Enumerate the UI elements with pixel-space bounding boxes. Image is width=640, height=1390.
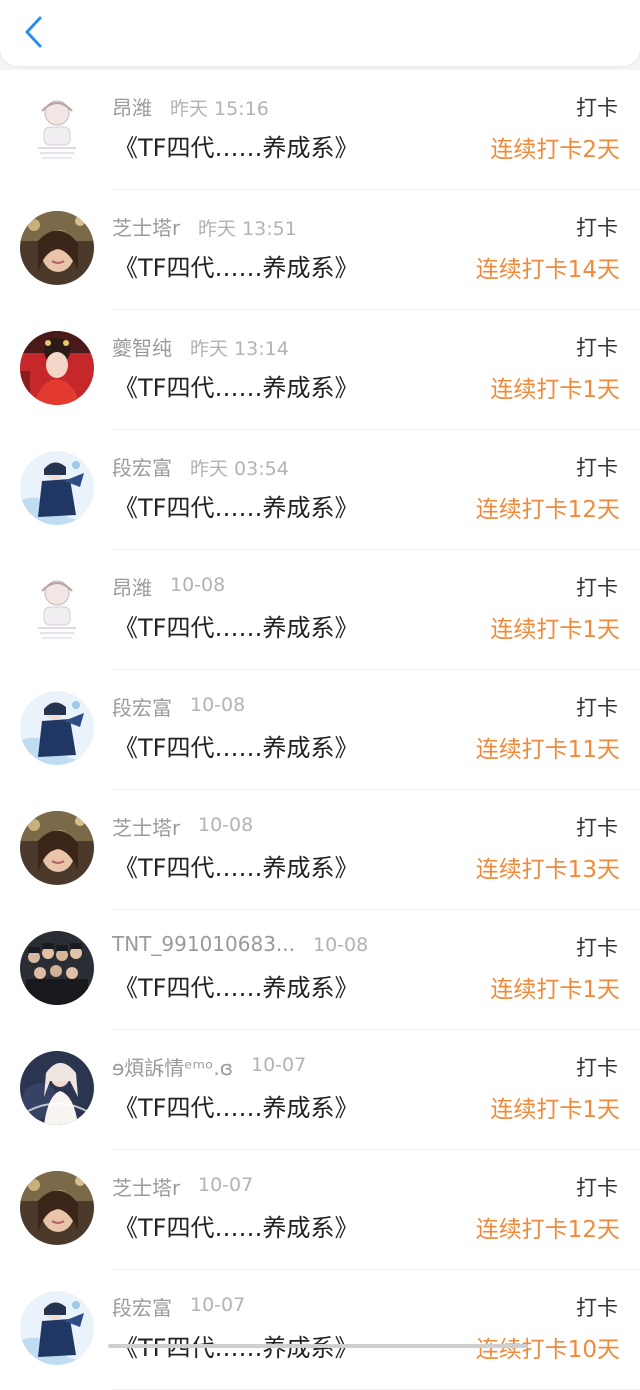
checkin-action-label: 打卡 [576, 1052, 618, 1082]
back-button[interactable] [18, 12, 50, 52]
user-name[interactable]: 昂潍 [112, 92, 152, 121]
avatar[interactable] [20, 811, 94, 885]
avatar[interactable] [20, 91, 94, 165]
checkin-action-label: 打卡 [576, 452, 618, 482]
checkin-title[interactable]: 《TF四代……养成系》 [114, 728, 358, 763]
avatar[interactable] [20, 931, 94, 1005]
list-item[interactable]: ɘ煩訴情ᵉᵐᵒ.ɞ 10-07 《TF四代……养成系》 打卡连续打卡1天 [0, 1030, 640, 1150]
checkin-title[interactable]: 《TF四代……养成系》 [114, 488, 358, 523]
streak-badge: 连续打卡14天 [476, 250, 620, 284]
checkin-action-label: 打卡 [576, 92, 618, 122]
post-time: 10-07 [251, 1054, 306, 1076]
checkin-title[interactable]: 《TF四代……养成系》 [114, 848, 358, 883]
checkin-title[interactable]: 《TF四代……养成系》 [114, 1088, 358, 1123]
checkin-title[interactable]: 《TF四代……养成系》 [114, 368, 358, 403]
checkin-action-label: 打卡 [576, 1292, 618, 1322]
list-item[interactable]: TNT_991010683... 10-08 《TF四代……养成系》 打卡连续打卡1天 [0, 910, 640, 1030]
post-time: 昨天 13:51 [198, 214, 297, 241]
checkin-action-label: 打卡 [576, 812, 618, 842]
post-time: 10-08 [170, 574, 225, 596]
checkin-title[interactable]: 《TF四代……养成系》 [114, 128, 358, 163]
list-item[interactable]: 夔智纯昨天 13:14 《TF四代……养成系》 打卡连续打卡1天 [0, 310, 640, 430]
list-item[interactable]: 段宏富 10-08 《TF四代……养成系》 打卡连续打卡11天 [0, 670, 640, 790]
list-item[interactable]: 芝士塔r 10-07 《TF四代……养成系》 打卡连续打卡12天 [0, 1150, 640, 1270]
checkin-action-label: 打卡 [576, 692, 618, 722]
avatar[interactable] [20, 571, 94, 645]
checkin-action-label: 打卡 [576, 212, 618, 242]
user-name[interactable]: 夔智纯 [112, 332, 172, 361]
streak-badge: 连续打卡1天 [490, 1090, 620, 1124]
top-bar [0, 0, 640, 66]
checkin-title[interactable]: 《TF四代……养成系》 [114, 608, 358, 643]
checkin-list: 昂潍昨天 15:16《TF四代……养成系》打卡连续打卡2天芝士塔r昨天 13:5… [0, 70, 640, 1390]
horizontal-scrollbar[interactable] [108, 1344, 528, 1348]
list-item[interactable]: 段宏富昨天 03:54 《TF四代……养成系》 打卡连续打卡12天 [0, 430, 640, 550]
user-name[interactable]: TNT_991010683... [112, 932, 295, 956]
checkin-action-label: 打卡 [576, 1172, 618, 1202]
avatar[interactable] [20, 1291, 94, 1365]
avatar[interactable] [20, 1171, 94, 1245]
user-name[interactable]: 芝士塔r [112, 1172, 180, 1201]
user-name[interactable]: 芝士塔r [112, 212, 180, 241]
list-item[interactable]: 芝士塔r 10-08 《TF四代……养成系》 打卡连续打卡13天 [0, 790, 640, 910]
checkin-action-label: 打卡 [576, 332, 618, 362]
streak-badge: 连续打卡2天 [490, 130, 620, 164]
streak-badge: 连续打卡12天 [476, 490, 620, 524]
user-name[interactable]: 段宏富 [112, 452, 172, 481]
user-name[interactable]: 芝士塔r [112, 812, 180, 841]
user-name[interactable]: 昂潍 [112, 572, 152, 601]
avatar[interactable] [20, 691, 94, 765]
streak-badge: 连续打卡1天 [490, 370, 620, 404]
avatar[interactable] [20, 451, 94, 525]
chevron-left-icon [23, 15, 45, 49]
streak-badge: 连续打卡1天 [490, 970, 620, 1004]
post-time: 昨天 15:16 [170, 94, 269, 121]
checkin-title[interactable]: 《TF四代……养成系》 [114, 248, 358, 283]
list-item[interactable]: 段宏富10-07《TF四代……养成系》打卡连续打卡10天 [0, 1270, 640, 1390]
avatar[interactable] [20, 1051, 94, 1125]
checkin-action-label: 打卡 [576, 932, 618, 962]
user-name[interactable]: ɘ煩訴情ᵉᵐᵒ.ɞ [112, 1052, 233, 1081]
checkin-title[interactable]: 《TF四代……养成系》 [114, 968, 358, 1003]
post-time: 昨天 13:14 [190, 334, 289, 361]
streak-badge: 连续打卡11天 [476, 730, 620, 764]
post-time: 10-07 [190, 1294, 245, 1316]
post-time: 10-08 [190, 694, 245, 716]
streak-badge: 连续打卡13天 [476, 850, 620, 884]
avatar[interactable] [20, 331, 94, 405]
streak-badge: 连续打卡1天 [490, 610, 620, 644]
avatar[interactable] [20, 211, 94, 285]
list-item[interactable]: 昂潍昨天 15:16 《TF四代……养成系》 打卡连续打卡2天 [0, 70, 640, 190]
post-time: 10-07 [198, 1174, 253, 1196]
list-item[interactable]: 昂潍 10-08 《TF四代……养成系》 打卡连续打卡1天 [0, 550, 640, 670]
post-time: 10-08 [198, 814, 253, 836]
streak-badge: 连续打卡12天 [476, 1210, 620, 1244]
list-item[interactable]: 芝士塔r 昨天 13:51 《TF四代……养成系》 打卡连续打卡14天 [0, 190, 640, 310]
checkin-title[interactable]: 《TF四代……养成系》 [114, 1208, 358, 1243]
post-time: 10-08 [313, 934, 368, 956]
post-time: 昨天 03:54 [190, 454, 289, 481]
checkin-action-label: 打卡 [576, 572, 618, 602]
user-name[interactable]: 段宏富 [112, 692, 172, 721]
user-name[interactable]: 段宏富 [112, 1292, 172, 1321]
